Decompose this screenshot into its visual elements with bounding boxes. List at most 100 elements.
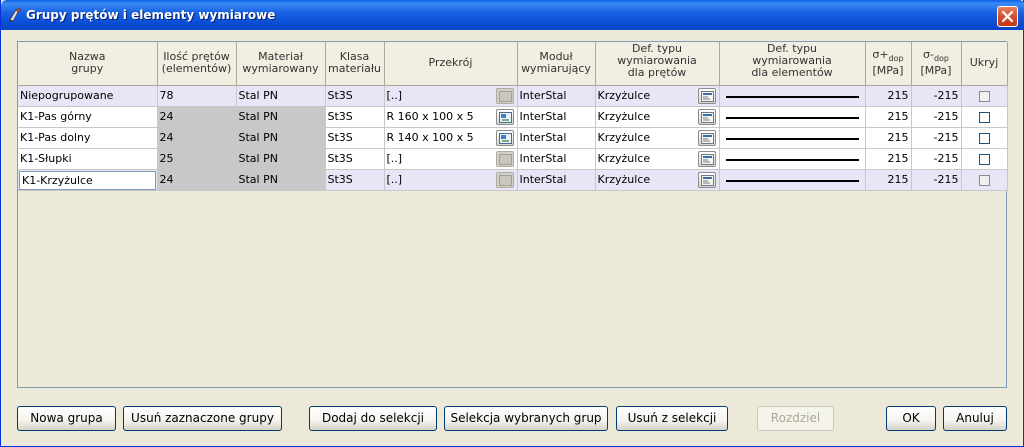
- sigma-plus-cell[interactable]: 215: [865, 85, 912, 107]
- material-cell[interactable]: Stal PN: [236, 169, 326, 191]
- hide-checkbox[interactable]: [978, 132, 990, 144]
- section-value: R 160 x 100 x 5: [386, 110, 474, 123]
- section-cell[interactable]: [..]: [384, 148, 518, 170]
- class-cell[interactable]: St3S: [325, 148, 385, 170]
- hide-cell[interactable]: [961, 169, 1008, 191]
- element-type-cell[interactable]: [719, 169, 866, 191]
- hide-checkbox[interactable]: [978, 90, 990, 102]
- ok-button[interactable]: OK: [886, 406, 936, 431]
- col-header-sigma-minus[interactable]: σ-dop [MPa]: [911, 42, 962, 86]
- col-header-bar-type[interactable]: Def. typu wymiarowania dla prętów: [595, 42, 720, 86]
- bar-type-button[interactable]: [697, 87, 716, 104]
- module-cell[interactable]: InterStal: [517, 85, 596, 107]
- sigma-minus-cell[interactable]: -215: [911, 148, 962, 170]
- element-type-cell[interactable]: [719, 85, 866, 107]
- section-value: R 140 x 100 x 5: [386, 131, 474, 144]
- section-cell[interactable]: R 160 x 100 x 5: [384, 106, 518, 128]
- close-icon: [1001, 10, 1014, 23]
- hide-checkbox[interactable]: [978, 153, 990, 165]
- count-cell: 24: [157, 169, 237, 191]
- class-cell[interactable]: St3S: [325, 127, 385, 149]
- add-to-selection-button[interactable]: Dodaj do selekcji: [309, 406, 437, 431]
- element-type-cell[interactable]: [719, 106, 866, 128]
- bar-type-cell[interactable]: Krzyżulce: [595, 106, 720, 128]
- select-groups-button[interactable]: Selekcja wybranych grup: [444, 406, 608, 431]
- sigma-minus-cell[interactable]: -215: [911, 106, 962, 128]
- col-header-sigma-plus[interactable]: σ+dop [MPa]: [865, 42, 912, 86]
- module-cell[interactable]: InterStal: [517, 106, 596, 128]
- table-row[interactable]: K1-Pas dolny 24 Stal PN St3S R 140 x 100 x 5…: [18, 127, 1008, 149]
- class-cell[interactable]: St3S: [325, 106, 385, 128]
- element-type-cell[interactable]: [719, 127, 866, 149]
- bar-type-cell[interactable]: Krzyżulce: [595, 127, 720, 149]
- settings-icon: [700, 111, 714, 123]
- bar-type-button[interactable]: [697, 150, 716, 167]
- sigma-plus-cell[interactable]: 215: [865, 169, 912, 191]
- element-type-cell[interactable]: [719, 148, 866, 170]
- section-picker-button[interactable]: [495, 129, 514, 146]
- bar-type-cell[interactable]: Krzyżulce: [595, 85, 720, 107]
- hide-checkbox[interactable]: [978, 111, 990, 123]
- bar-type-cell[interactable]: Krzyżulce: [595, 148, 720, 170]
- section-picker-button[interactable]: [495, 150, 514, 167]
- material-cell[interactable]: Stal PN: [236, 148, 326, 170]
- module-cell[interactable]: InterStal: [517, 148, 596, 170]
- section-cell[interactable]: [..]: [384, 85, 518, 107]
- material-cell[interactable]: Stal PN: [236, 106, 326, 128]
- col-header-hide[interactable]: Ukryj: [961, 42, 1008, 86]
- section-picker-button[interactable]: [495, 87, 514, 104]
- bar-type-button[interactable]: [697, 108, 716, 125]
- sigma-plus-cell[interactable]: 215: [865, 148, 912, 170]
- groups-table[interactable]: Nazwa grupy Ilość prętów (elementów) Mater…: [17, 41, 1008, 388]
- split-button[interactable]: Rozdziel: [757, 406, 834, 431]
- delete-selected-groups-button[interactable]: Usuń zaznaczone grupy: [123, 406, 282, 431]
- section-cell[interactable]: [..]: [384, 169, 518, 191]
- col-header-count[interactable]: Ilość prętów (elementów): [157, 42, 237, 86]
- col-header-material[interactable]: Materiał wymiarowany: [236, 42, 326, 86]
- module-cell[interactable]: InterStal: [517, 169, 596, 191]
- sigma-minus-cell[interactable]: -215: [911, 85, 962, 107]
- bar-type-cell[interactable]: Krzyżulce: [595, 169, 720, 191]
- bar-type-button[interactable]: [697, 129, 716, 146]
- element-type-line: [725, 95, 859, 98]
- col-header-element-type[interactable]: Def. typu wymiarowania dla elementów: [719, 42, 866, 86]
- sigma-plus-cell[interactable]: 215: [865, 127, 912, 149]
- group-name-cell[interactable]: K1-Słupki: [18, 148, 158, 170]
- col-header-module[interactable]: Moduł wymiarujący: [517, 42, 596, 86]
- group-name-cell[interactable]: K1-Pas górny: [18, 106, 158, 128]
- col-header-class[interactable]: Klasa materiału: [325, 42, 385, 86]
- class-cell[interactable]: St3S: [325, 85, 385, 107]
- bar-type-button[interactable]: [697, 171, 716, 188]
- sigma-plus-cell[interactable]: 215: [865, 106, 912, 128]
- hide-cell[interactable]: [961, 106, 1008, 128]
- col-header-section[interactable]: Przekrój: [384, 42, 518, 86]
- table-row[interactable]: K1-Słupki 25 Stal PN St3S [..] InterStal Krzyż…: [18, 148, 1008, 170]
- hide-cell[interactable]: [961, 148, 1008, 170]
- hide-checkbox[interactable]: [978, 174, 990, 186]
- cancel-button[interactable]: Anuluj: [943, 406, 1007, 431]
- sigma-minus-cell[interactable]: -215: [911, 127, 962, 149]
- group-name-cell[interactable]: K1-Pas dolny: [18, 127, 158, 149]
- remove-from-selection-button[interactable]: Usuń z selekcji: [616, 406, 728, 431]
- section-picker-button[interactable]: [495, 108, 514, 125]
- new-group-button[interactable]: Nowa grupa: [17, 406, 116, 431]
- bar-type-value: Krzyżulce: [597, 173, 651, 186]
- table-row[interactable]: K1-Krzyżulce 24 Stal PN St3S [..] InterStal Kr…: [18, 169, 1008, 191]
- group-name-cell[interactable]: K1-Krzyżulce: [18, 169, 158, 191]
- group-name-cell[interactable]: Niepogrupowane: [18, 85, 158, 107]
- close-button[interactable]: [997, 6, 1018, 27]
- hide-cell[interactable]: [961, 85, 1008, 107]
- table-row[interactable]: K1-Pas górny 24 Stal PN St3S R 160 x 100 x 5…: [18, 106, 1008, 128]
- group-name-input[interactable]: K1-Krzyżulce: [19, 170, 156, 189]
- class-cell[interactable]: St3S: [325, 169, 385, 191]
- module-cell[interactable]: InterStal: [517, 127, 596, 149]
- material-cell[interactable]: Stal PN: [236, 127, 326, 149]
- sigma-minus-cell[interactable]: -215: [911, 169, 962, 191]
- table-row[interactable]: Niepogrupowane 78 Stal PN St3S [..] InterStal…: [18, 85, 1008, 107]
- title-bar[interactable]: Grupy prętów i elementy wymiarowe: [1, 0, 1024, 30]
- material-cell[interactable]: Stal PN: [236, 85, 326, 107]
- section-picker-button[interactable]: [495, 171, 514, 188]
- section-cell[interactable]: R 140 x 100 x 5: [384, 127, 518, 149]
- hide-cell[interactable]: [961, 127, 1008, 149]
- col-header-name[interactable]: Nazwa grupy: [18, 42, 158, 86]
